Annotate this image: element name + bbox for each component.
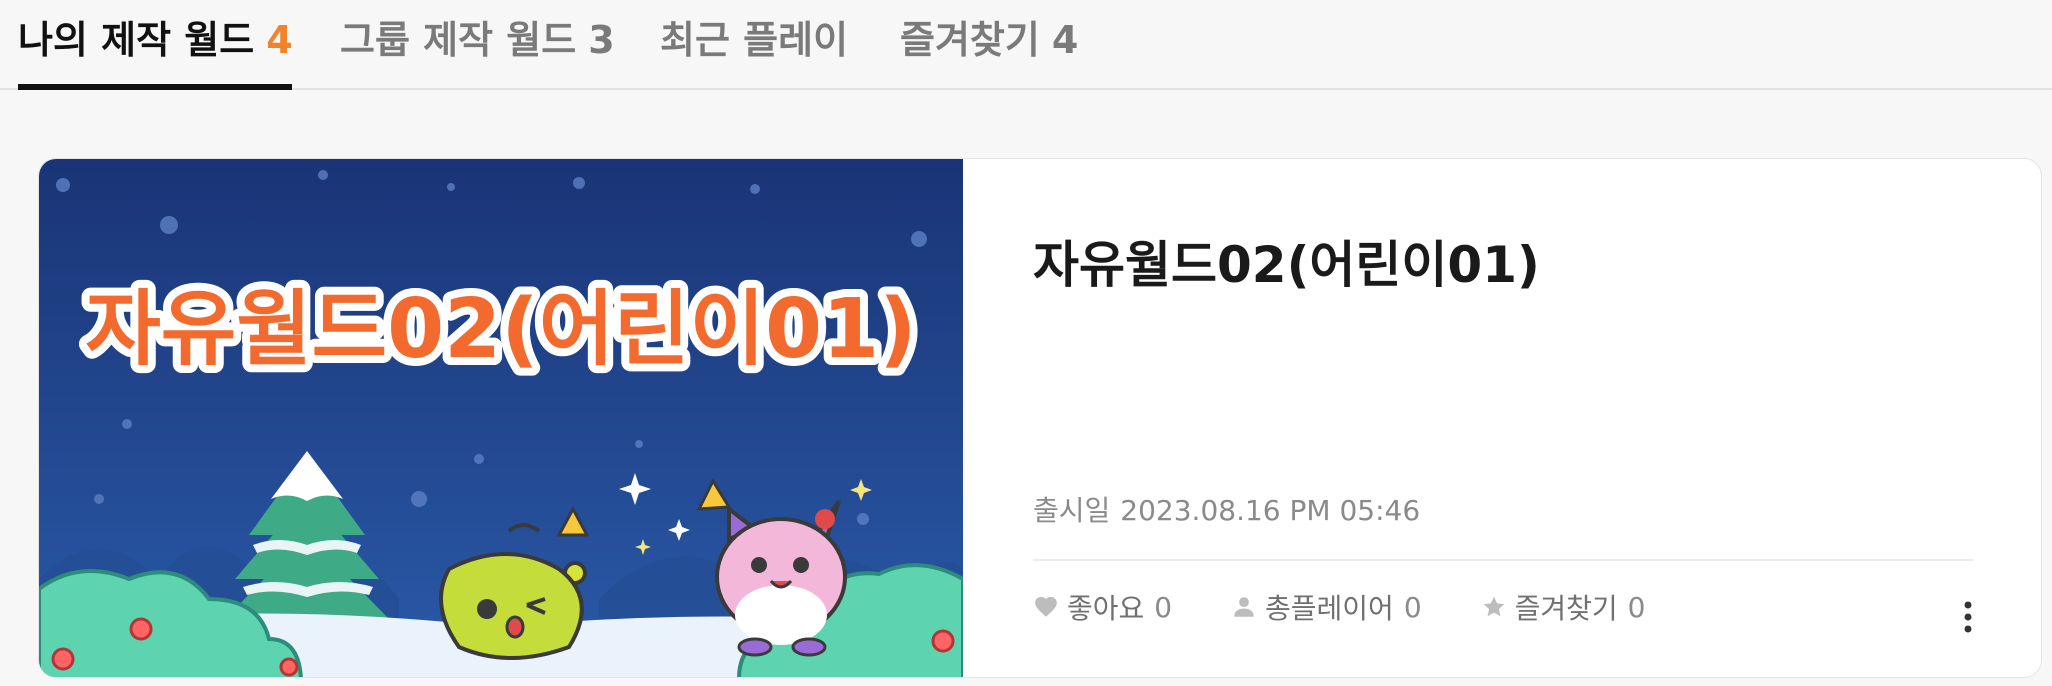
star-icon — [1483, 596, 1504, 617]
tab-label: 최근 플레이 — [660, 18, 849, 62]
world-card[interactable]: 자유월드02(어린이01) 자유월드02(어린이01) 출시일 2023.08.1… — [38, 158, 2042, 678]
tab-bar: 나의 제작 월드 4 그룹 제작 월드 3 최근 플레이 즐겨찾기 4 — [0, 0, 2052, 90]
tab-count: 3 — [588, 18, 615, 62]
tab-my-worlds[interactable]: 나의 제작 월드 4 — [18, 10, 293, 90]
tab-label: 그룹 제작 월드 — [340, 18, 577, 62]
favorites-stat[interactable]: 즐겨찾기 0 — [1481, 587, 1646, 627]
tab-group-worlds[interactable]: 그룹 제작 월드 3 — [340, 10, 615, 88]
release-label: 출시일 — [1033, 494, 1111, 527]
tab-count: 4 — [1051, 18, 1079, 62]
divider — [1033, 559, 1973, 561]
tab-label: 즐겨찾기 — [900, 18, 1040, 62]
more-vertical-icon — [1964, 601, 1972, 633]
players-stat: 총플레이어 0 — [1231, 587, 1422, 627]
release-value: 2023.08.16 PM 05:46 — [1120, 494, 1421, 527]
world-thumbnail[interactable]: 자유월드02(어린이01) — [39, 159, 963, 677]
favorites-value: 0 — [1627, 590, 1646, 624]
world-stats: 좋아요 0 총플레이어 0 즐겨찾기 0 — [1033, 587, 1695, 637]
likes-label: 좋아요 — [1067, 592, 1145, 625]
tab-favorites[interactable]: 즐겨찾기 4 — [900, 10, 1078, 88]
heart-icon — [1035, 596, 1057, 617]
tab-label: 나의 제작 월드 — [18, 18, 255, 62]
favorites-label: 즐겨찾기 — [1514, 592, 1618, 625]
person-icon — [1234, 597, 1254, 617]
players-label: 총플레이어 — [1265, 592, 1394, 625]
tab-recent-play[interactable]: 최근 플레이 — [660, 10, 848, 88]
release-date: 출시일 2023.08.16 PM 05:46 — [1033, 489, 1420, 529]
likes-value: 0 — [1154, 590, 1173, 624]
thumbnail-title: 자유월드02(어린이01) — [85, 282, 916, 377]
world-info: 자유월드02(어린이01) 출시일 2023.08.16 PM 05:46 좋아요… — [963, 159, 2041, 677]
players-value: 0 — [1403, 590, 1422, 624]
world-title[interactable]: 자유월드02(어린이01) — [1033, 225, 1540, 297]
likes-stat[interactable]: 좋아요 0 — [1033, 587, 1172, 627]
more-button[interactable] — [1953, 591, 1983, 641]
tab-count: 4 — [266, 18, 293, 62]
